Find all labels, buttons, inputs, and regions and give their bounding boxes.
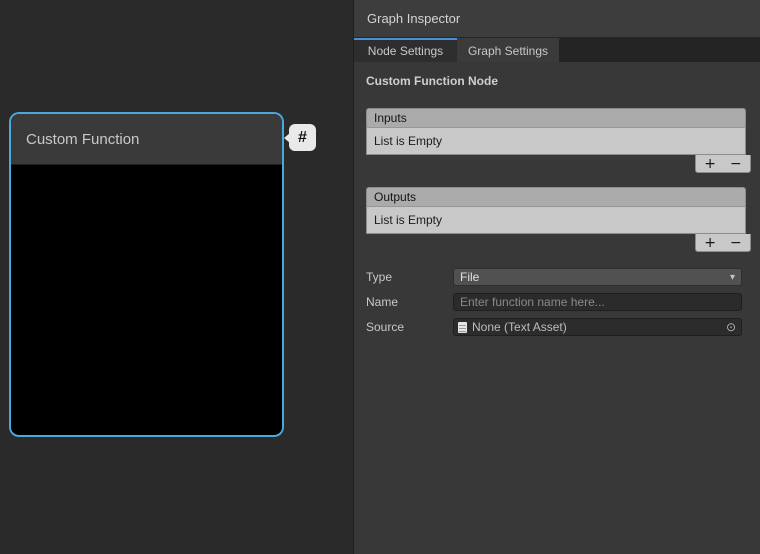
type-label: Type bbox=[366, 270, 453, 284]
inputs-empty-label: List is Empty bbox=[374, 134, 442, 148]
type-dropdown-value: File bbox=[460, 270, 479, 284]
name-row: Name bbox=[366, 293, 742, 311]
outputs-list-empty-row: List is Empty bbox=[366, 207, 746, 234]
outputs-remove-button[interactable]: − bbox=[730, 236, 742, 250]
tab-graph-settings-label: Graph Settings bbox=[468, 44, 548, 58]
shader-graph-canvas[interactable]: Custom Function # bbox=[0, 0, 353, 554]
source-label: Source bbox=[366, 320, 453, 334]
node-title: Custom Function bbox=[26, 131, 139, 148]
outputs-add-button[interactable]: + bbox=[704, 236, 716, 250]
tab-node-settings-label: Node Settings bbox=[368, 44, 443, 58]
outputs-list-footer: + − bbox=[695, 234, 751, 252]
inputs-list-empty-row: List is Empty bbox=[366, 128, 746, 155]
name-label: Name bbox=[366, 295, 453, 309]
inspector-header: Graph Inspector bbox=[354, 0, 760, 38]
inputs-header-label: Inputs bbox=[374, 111, 407, 125]
section-heading: Custom Function Node bbox=[366, 74, 748, 88]
outputs-list: Outputs List is Empty bbox=[366, 187, 746, 234]
source-object-field[interactable]: None (Text Asset) ⊙ bbox=[453, 318, 742, 336]
property-rows: Type File ▾ Name Source bbox=[354, 268, 760, 336]
object-picker-icon[interactable]: ⊙ bbox=[724, 320, 738, 334]
inputs-add-button[interactable]: + bbox=[704, 157, 716, 171]
inputs-list: Inputs List is Empty bbox=[366, 108, 746, 155]
inspector-body: Custom Function Node Inputs List is Empt… bbox=[354, 62, 760, 336]
text-asset-icon bbox=[458, 322, 467, 333]
node-hash-badge[interactable]: # bbox=[289, 124, 316, 151]
function-name-input[interactable] bbox=[453, 293, 742, 311]
outputs-empty-label: List is Empty bbox=[374, 213, 442, 227]
type-dropdown[interactable]: File ▾ bbox=[453, 268, 742, 286]
inputs-list-footerbar: + − bbox=[354, 155, 760, 173]
node-header[interactable]: Custom Function bbox=[11, 114, 282, 165]
inputs-remove-button[interactable]: − bbox=[730, 157, 742, 171]
inputs-list-header: Inputs bbox=[366, 108, 746, 128]
outputs-list-footerbar: + − bbox=[354, 234, 760, 252]
tab-graph-settings[interactable]: Graph Settings bbox=[457, 38, 560, 62]
node-preview-area bbox=[11, 165, 282, 434]
type-row: Type File ▾ bbox=[366, 268, 742, 286]
source-row: Source None (Text Asset) ⊙ bbox=[366, 318, 742, 336]
inputs-list-footer: + − bbox=[695, 155, 751, 173]
tab-node-settings[interactable]: Node Settings bbox=[354, 38, 457, 62]
chevron-down-icon: ▾ bbox=[730, 272, 735, 283]
source-object-value: None (Text Asset) bbox=[472, 320, 724, 334]
app-window: Custom Function # Graph Inspector Node S… bbox=[0, 0, 760, 554]
inspector-tabs: Node Settings Graph Settings bbox=[354, 38, 760, 62]
inspector-title: Graph Inspector bbox=[367, 11, 460, 26]
outputs-list-header: Outputs bbox=[366, 187, 746, 207]
custom-function-node[interactable]: Custom Function bbox=[11, 114, 282, 435]
outputs-header-label: Outputs bbox=[374, 190, 416, 204]
graph-inspector-panel: Graph Inspector Node Settings Graph Sett… bbox=[353, 0, 760, 554]
hash-icon: # bbox=[298, 129, 307, 147]
